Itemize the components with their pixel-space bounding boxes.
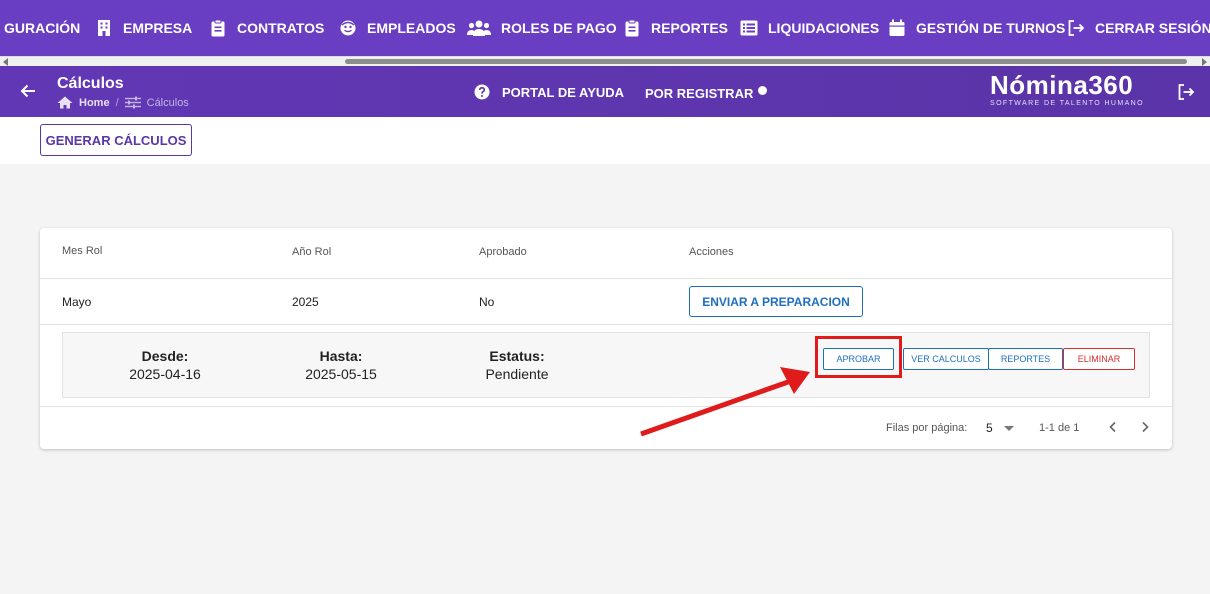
top-navigation: GURACIÓN EMPRESA CONTRATOS EMPLEADOS ROL… [0,0,1210,56]
nav-item-label: CERRAR SESIÓN [1095,20,1210,36]
help-portal-label: PORTAL DE AYUDA [502,84,625,100]
header-divider [40,278,1172,279]
logout-icon [1067,19,1085,37]
nav-item-reportes[interactable]: REPORTES [623,0,728,56]
generate-calculations-button[interactable]: GENERAR CÁLCULOS [40,124,192,156]
breadcrumb-home[interactable]: Home [57,96,110,109]
sliders-icon [124,96,141,109]
nav-item-label: GESTIÓN DE TURNOS [916,20,1066,36]
notification-dot-icon [758,86,768,95]
table-pagination: Filas por página: 5 1-1 de 1 [40,406,1172,449]
cell-aprobado: No [479,295,495,309]
hasta-field: Hasta: 2025-05-15 [291,348,391,382]
breadcrumb-home-label: Home [79,96,110,109]
nav-item-label: ROLES DE PAGO [501,20,617,36]
nav-item-label: EMPRESA [123,20,193,36]
rows-per-page-value: 5 [986,421,993,435]
calculations-table-card: Mes Rol Año Rol Aprobado Acciones Mayo 2… [40,228,1172,449]
caret-down-icon [1003,425,1014,431]
page-title: Cálculos [57,75,124,92]
help-portal-link[interactable]: PORTAL DE AYUDA [474,84,624,100]
cell-anio-rol: 2025 [292,295,319,309]
brand-logo: Nómina360 SOFTWARE DE TALENTO HUMANO [990,71,1144,107]
view-calculations-button[interactable]: VER CALCULOS [903,348,989,370]
annotation-highlight-box [815,336,902,378]
hasta-label: Hasta: [319,348,363,364]
nav-item-label: REPORTES [651,20,729,36]
row-divider [40,324,1172,325]
nav-item-label: EMPLEADOS [367,20,456,36]
scroll-right-icon[interactable] [1202,58,1207,66]
clipboard-icon [209,19,227,37]
desde-field: Desde: 2025-04-16 [115,348,215,382]
help-icon [474,84,490,100]
reports-button[interactable]: REPORTES [988,348,1063,370]
scroll-left-icon[interactable] [3,58,8,66]
calendar-icon [888,19,906,37]
estatus-label: Estatus: [489,348,545,364]
action-bar: GENERAR CÁLCULOS [0,117,1210,164]
scrollbar-thumb[interactable] [345,59,1187,64]
nav-item-empresa[interactable]: EMPRESA [95,0,192,56]
rows-per-page-select[interactable]: 5 [986,421,1014,435]
page-header: Cálculos Home / Cálculos PORTAL DE AYUDA… [0,66,1210,117]
face-icon [339,19,357,37]
people-icon [467,19,491,37]
pagination-range: 1-1 de 1 [1039,422,1080,434]
desde-label: Desde: [141,348,189,364]
list-icon [740,19,758,37]
building-icon [95,19,113,37]
chevron-right-icon[interactable] [1137,419,1153,435]
column-header-mes-rol: Mes Rol [62,245,103,257]
nav-item-label: LIQUIDACIONES [768,20,880,36]
chevron-left-icon[interactable] [1105,419,1121,435]
logo-subtitle: SOFTWARE DE TALENTO HUMANO [990,100,1144,107]
nav-item-label: CONTRATOS [237,20,325,36]
column-header-aprobado: Aprobado [479,246,527,258]
back-arrow-icon[interactable] [18,81,38,101]
breadcrumb-current-label: Cálculos [146,96,189,109]
logout-icon[interactable] [1177,83,1195,101]
estatus-value: Pendiente [485,366,549,382]
home-icon [57,96,73,109]
nav-item-label: GURACIÓN [4,20,81,36]
logo-main-text: Nómina360 [990,70,1134,100]
cell-mes-rol: Mayo [62,295,92,309]
desde-value: 2025-04-16 [129,366,201,382]
nav-item-empleados[interactable]: EMPLEADOS [339,0,456,56]
column-header-anio-rol: Año Rol [292,246,332,258]
breadcrumb-separator: / [115,96,119,109]
horizontal-scrollbar[interactable] [0,56,1210,66]
nav-item-roles-de-pago[interactable]: ROLES DE PAGO [467,0,617,56]
row-detail-panel: Desde: 2025-04-16 Hasta: 2025-05-15 Esta… [62,332,1150,398]
breadcrumb-current: Cálculos [124,96,189,109]
column-header-acciones: Acciones [689,246,734,258]
nav-item-liquidaciones[interactable]: LIQUIDACIONES [740,0,879,56]
estatus-field: Estatus: Pendiente [467,348,567,382]
nav-item-configuracion[interactable]: GURACIÓN [4,0,80,56]
por-registrar-label: POR REGISTRAR [645,86,754,101]
hasta-value: 2025-05-15 [305,366,377,382]
clipboard-icon [623,19,641,37]
nav-item-cerrar-sesion[interactable]: CERRAR SESIÓN [1067,0,1210,56]
delete-button[interactable]: ELIMINAR [1063,348,1135,370]
send-to-preparation-button[interactable]: ENVIAR A PREPARACION [689,286,863,317]
breadcrumb: Home / Cálculos [57,96,189,109]
nav-item-contratos[interactable]: CONTRATOS [209,0,324,56]
nav-item-gestion-de-turnos[interactable]: GESTIÓN DE TURNOS [888,0,1065,56]
por-registrar-link[interactable]: POR REGISTRAR [645,86,768,101]
rows-per-page-label: Filas por página: [886,422,968,434]
